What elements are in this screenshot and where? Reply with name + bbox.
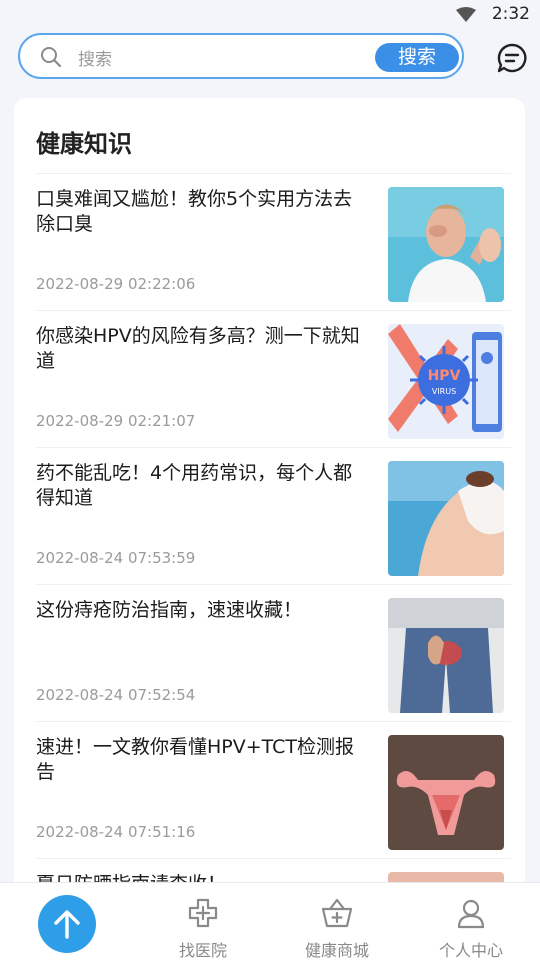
article-title: 你感染HPV的风险有多高？测一下就知道 — [36, 325, 360, 372]
search-input[interactable]: 搜索 — [78, 45, 112, 70]
article-thumbnail — [388, 735, 504, 850]
tab-health-mall[interactable]: 健康商城 — [282, 897, 392, 961]
article-title: 口臭难闻又尴尬！教你5个实用方法去除口臭 — [36, 188, 353, 235]
shopping-basket-icon — [321, 898, 353, 928]
bottom-tab-bar: 找医院 健康商城 个人中心 — [0, 882, 540, 961]
tab-label: 找医院 — [178, 941, 227, 960]
article-item[interactable]: 药不能乱吃！4个用药常识，每个人都得知道 2022-08-24 07:53:59 — [36, 447, 511, 584]
article-title: 药不能乱吃！4个用药常识，每个人都得知道 — [36, 462, 353, 509]
article-thumbnail — [388, 598, 504, 713]
tab-label: 个人中心 — [438, 941, 503, 960]
thumb-hpv-text: HPV — [428, 368, 461, 384]
tab-label: 健康商城 — [304, 941, 369, 960]
tab-find-hospital[interactable]: 找医院 — [148, 897, 258, 961]
article-item[interactable]: 这份痔疮防治指南，速速收藏！ 2022-08-24 07:52:54 — [36, 584, 511, 721]
article-title: 速进！一文教你看懂HPV+TCT检测报告 — [36, 736, 355, 783]
status-bar: 2:32 — [0, 0, 540, 28]
search-button[interactable]: 搜索 — [375, 43, 459, 72]
article-date: 2022-08-29 02:21:07 — [36, 412, 196, 430]
health-knowledge-card: 健康知识 口臭难闻又尴尬！教你5个实用方法去除口臭 2022-08-29 02:… — [14, 98, 525, 898]
hospital-cross-icon — [188, 898, 218, 928]
article-item[interactable]: 口臭难闻又尴尬！教你5个实用方法去除口臭 2022-08-29 02:22:06 — [36, 173, 511, 310]
article-date: 2022-08-24 07:51:16 — [36, 823, 196, 841]
article-item[interactable]: 速进！一文教你看懂HPV+TCT检测报告 2022-08-24 07:51:16 — [36, 721, 511, 858]
message-icon[interactable] — [497, 43, 527, 73]
article-thumbnail: HPV VIRUS — [388, 324, 504, 439]
tab-profile[interactable]: 个人中心 — [416, 897, 526, 961]
status-time: 2:32 — [491, 4, 530, 24]
section-title: 健康知识 — [36, 130, 132, 158]
search-icon — [41, 47, 62, 68]
search-bar[interactable]: 搜索 搜索 — [18, 33, 464, 79]
article-item[interactable]: 你感染HPV的风险有多高？测一下就知道 2022-08-29 02:21:07 … — [36, 310, 511, 447]
article-title: 这份痔疮防治指南，速速收藏！ — [36, 599, 303, 621]
scroll-top-button[interactable] — [38, 895, 96, 953]
article-thumbnail — [388, 187, 504, 302]
arrow-up-icon — [54, 910, 80, 939]
thumb-virus-text: VIRUS — [432, 387, 456, 396]
article-date: 2022-08-24 07:52:54 — [36, 686, 196, 704]
search-row: 搜索 搜索 — [0, 30, 540, 86]
wifi-icon — [456, 7, 476, 22]
person-icon — [457, 899, 485, 929]
article-date: 2022-08-24 07:53:59 — [36, 549, 196, 567]
article-thumbnail — [388, 461, 504, 576]
article-date: 2022-08-29 02:22:06 — [36, 275, 196, 293]
